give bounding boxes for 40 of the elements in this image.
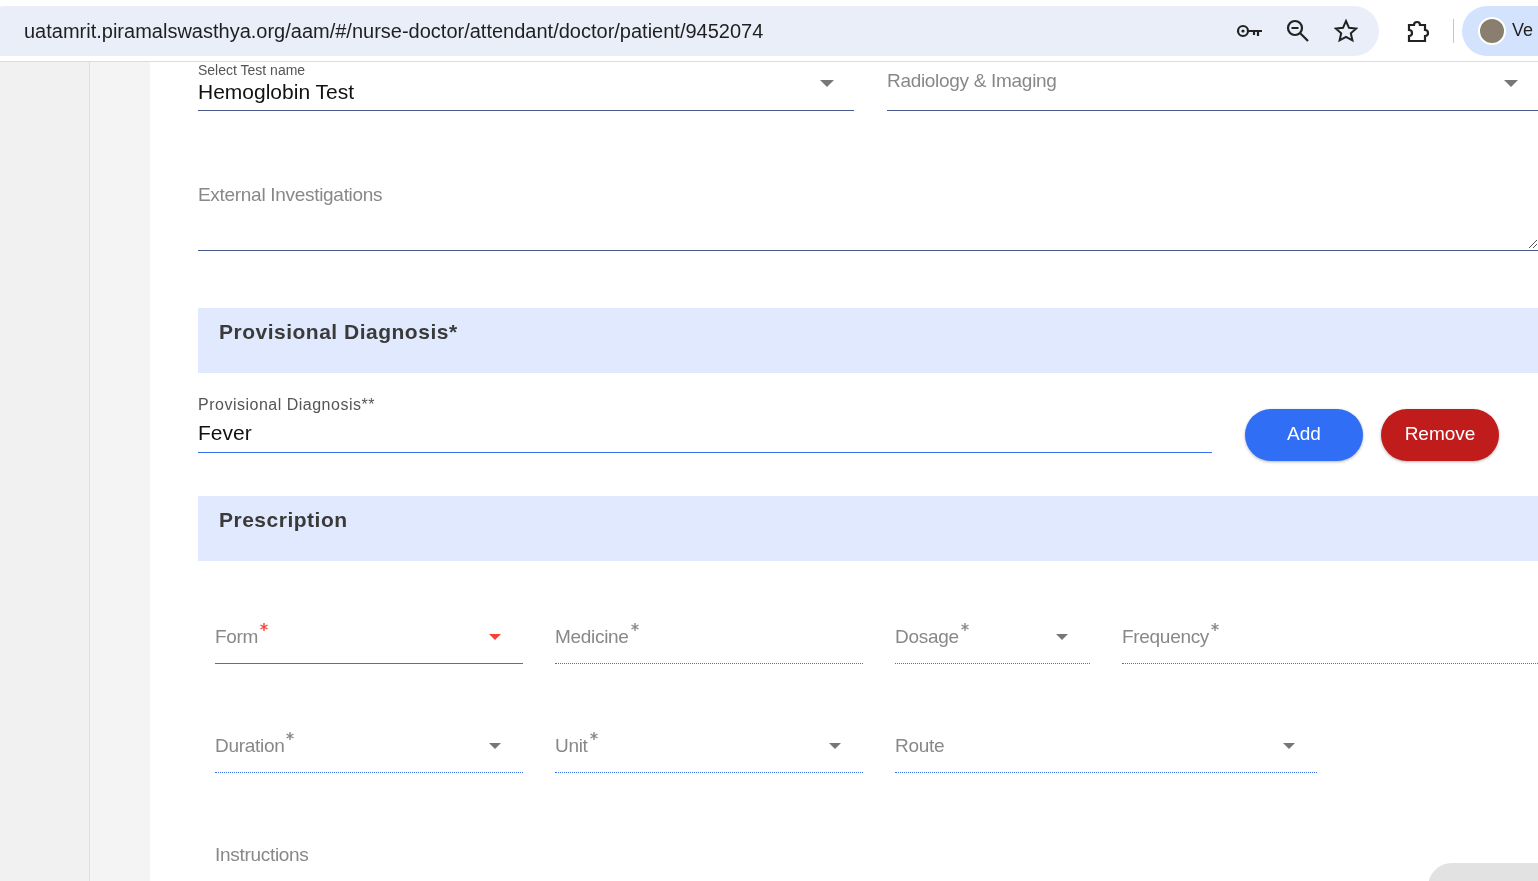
text-area[interactable]: External Investigations (198, 181, 1538, 251)
remove-button[interactable]: Remove (1381, 408, 1499, 461)
select-field[interactable]: Form (215, 611, 523, 664)
resize-handle-icon[interactable] (1528, 239, 1538, 249)
field-placeholder: Unit (555, 734, 588, 756)
field-label: Select Test name (198, 62, 307, 76)
section-header: Prescription (198, 495, 1538, 561)
field-label: Provisional Diagnosis** (198, 397, 376, 413)
dropdown-caret-icon[interactable] (1283, 743, 1295, 749)
input-field[interactable]: Medicine (555, 611, 863, 664)
profile-button[interactable]: Ve (1462, 5, 1538, 56)
address-bar[interactable]: uatamrit.piramalswasthya.org/aam/#/nurse-doctor/attendant/doctor/patient/9452074 (0, 5, 1379, 56)
add-button[interactable]: Add (1245, 408, 1363, 461)
select-field[interactable]: Select Test name Hemoglobin Test (198, 62, 854, 111)
select-field[interactable]: Radiology & Imaging (886, 62, 1538, 111)
dropdown-caret-icon[interactable] (1056, 634, 1068, 640)
dropdown-caret-icon[interactable] (489, 743, 501, 749)
dropdown-caret-icon[interactable] (489, 634, 501, 640)
field-value: Fever (198, 420, 253, 446)
field-placeholder: External Investigations (198, 183, 384, 207)
select-field[interactable]: Frequency (1122, 611, 1538, 664)
field-placeholder: Frequency (1122, 625, 1210, 647)
field-value: Hemoglobin Test (198, 78, 356, 105)
dropdown-caret-icon[interactable] (829, 743, 841, 749)
url-text: uatamrit.piramalswasthya.org/aam/#/nurse-doctor/attendant/doctor/patient/9452074 (24, 18, 765, 44)
dropdown-caret-icon[interactable] (819, 80, 834, 87)
field-placeholder: Duration (215, 734, 285, 756)
dropdown-caret-icon[interactable] (1504, 80, 1518, 87)
field-placeholder: Form (215, 625, 259, 647)
field-placeholder: Radiology & Imaging (886, 68, 1058, 93)
section-header: Provisional Diagnosis* (198, 308, 1538, 373)
select-field[interactable]: Dosage (895, 611, 1090, 664)
field-placeholder: Dosage (895, 625, 959, 647)
text-field[interactable]: Provisional Diagnosis** Fever (198, 397, 1212, 453)
field-placeholder: Medicine (555, 625, 629, 647)
select-field[interactable]: Unit (555, 720, 863, 773)
select-field[interactable]: Duration (215, 720, 523, 773)
field-placeholder: Route (895, 734, 945, 756)
select-field[interactable]: Route (895, 720, 1317, 773)
field-placeholder: Instructions (215, 842, 309, 867)
